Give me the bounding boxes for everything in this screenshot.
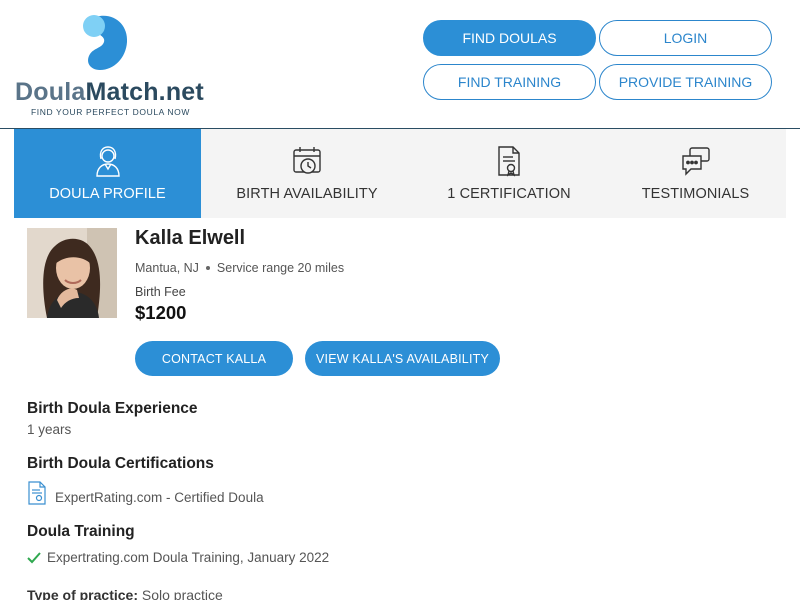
contact-button[interactable]: CONTACT KALLA bbox=[135, 341, 293, 376]
training-heading: Doula Training bbox=[27, 523, 135, 540]
calendar-clock-icon bbox=[293, 147, 321, 174]
tab-label: DOULA PROFILE bbox=[49, 186, 166, 202]
service-range-text: Service range 20 miles bbox=[216, 261, 345, 275]
tab-label: 1 CERTIFICATION bbox=[447, 186, 571, 202]
certificate-icon bbox=[28, 481, 46, 505]
logo-text-part2: Match.net bbox=[85, 78, 204, 106]
view-availability-button[interactable]: VIEW KALLA'S AVAILABILITY bbox=[305, 341, 500, 376]
practice-value: Solo practice bbox=[141, 587, 223, 600]
practice-label: Type of practice: bbox=[27, 587, 138, 600]
experience-value: 1 years bbox=[27, 422, 72, 437]
location-text: Mantua, NJ bbox=[135, 261, 199, 275]
site-header: DoulaMatch.net FIND YOUR PERFECT DOULA N… bbox=[0, 0, 800, 129]
doula-name: Kalla Elwell bbox=[135, 227, 246, 249]
check-icon bbox=[27, 551, 41, 563]
tab-label: BIRTH AVAILABILITY bbox=[236, 186, 378, 202]
portrait-image bbox=[27, 228, 117, 318]
practice-type: Type of practice: Solo practice bbox=[27, 587, 223, 600]
certification-text: ExpertRating.com - Certified Doula bbox=[55, 489, 264, 505]
logo-text-part1: Doula bbox=[15, 78, 86, 106]
find-training-button[interactable]: FIND TRAINING bbox=[423, 64, 596, 100]
logo-tagline: FIND YOUR PERFECT DOULA NOW bbox=[31, 107, 190, 117]
provide-training-button[interactable]: PROVIDE TRAINING bbox=[599, 64, 772, 100]
birth-fee-label: Birth Fee bbox=[135, 285, 186, 299]
logo-wordmark[interactable]: DoulaMatch.net bbox=[15, 78, 204, 106]
location-line: Mantua, NJ Service range 20 miles bbox=[135, 261, 344, 275]
training-text: Expertrating.com Doula Training, January… bbox=[47, 550, 330, 565]
experience-heading: Birth Doula Experience bbox=[27, 400, 198, 417]
profile-tabs: DOULA PROFILE BIRTH AVAILABILITY 1 CERTI… bbox=[14, 129, 786, 218]
tab-certification[interactable]: 1 CERTIFICATION bbox=[413, 129, 605, 218]
tab-label: TESTIMONIALS bbox=[641, 186, 750, 202]
training-item: Expertrating.com Doula Training, January… bbox=[27, 550, 329, 565]
chat-bubbles-icon bbox=[681, 147, 710, 176]
login-button[interactable]: LOGIN bbox=[599, 20, 772, 56]
certifications-heading: Birth Doula Certifications bbox=[27, 455, 214, 472]
tab-testimonials[interactable]: TESTIMONIALS bbox=[605, 129, 786, 218]
certificate-document-icon bbox=[498, 146, 520, 177]
profile-photo bbox=[27, 228, 117, 318]
tab-doula-profile[interactable]: DOULA PROFILE bbox=[14, 129, 201, 218]
logo-mark-icon[interactable] bbox=[82, 12, 132, 74]
find-doulas-button[interactable]: FIND DOULAS bbox=[423, 20, 596, 56]
certification-item: ExpertRating.com - Certified Doula bbox=[27, 481, 264, 505]
doula-avatar-icon bbox=[95, 146, 120, 177]
separator-dot bbox=[205, 266, 210, 270]
birth-fee-value: $1200 bbox=[135, 302, 187, 323]
tab-birth-availability[interactable]: BIRTH AVAILABILITY bbox=[201, 129, 413, 218]
